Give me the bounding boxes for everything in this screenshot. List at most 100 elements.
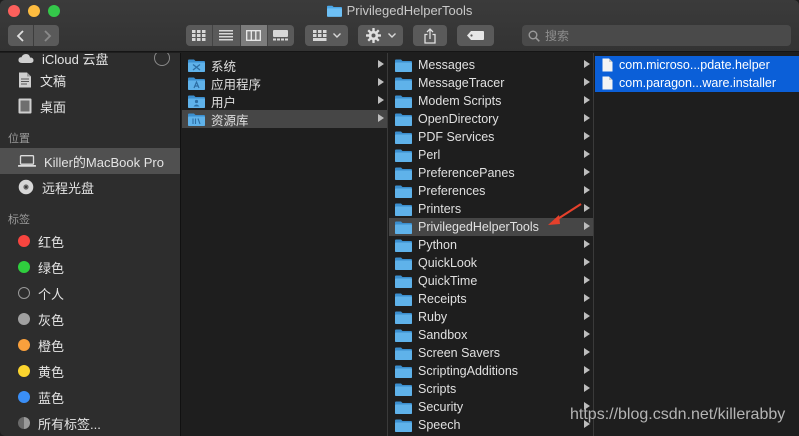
folder-icon [395, 257, 412, 270]
search-field[interactable] [522, 25, 791, 46]
sidebar-tag-gray[interactable]: 灰色 [0, 306, 180, 332]
folder-icon [395, 59, 412, 72]
disclosure-arrow-icon [584, 366, 590, 374]
sidebar-tag-red[interactable]: 红色 [0, 228, 180, 254]
folder-icon [395, 293, 412, 306]
sidebar-item-label: 绿色 [38, 260, 65, 276]
disclosure-arrow-icon [584, 60, 590, 68]
folder-label: MessageTracer [418, 76, 505, 90]
tag-icon [467, 31, 484, 40]
icon-view-icon [192, 30, 206, 41]
folder-row[interactable]: 应用程序 [182, 74, 387, 92]
folder-icon [326, 5, 342, 17]
sidebar-item-label: 个人 [38, 286, 65, 302]
view-mode-group [186, 25, 294, 46]
file-label: com.paragon...ware.installer [619, 76, 777, 90]
back-button[interactable] [8, 25, 34, 46]
folder-row[interactable]: QuickLook [389, 254, 593, 272]
folder-icon [395, 383, 412, 396]
sidebar-item-label: 桌面 [40, 99, 67, 115]
cloud-icon [18, 53, 34, 63]
folder-row[interactable]: PreferencePanes [389, 164, 593, 182]
gear-icon [365, 28, 381, 43]
tag-button[interactable] [457, 25, 494, 46]
folder-row[interactable]: Perl [389, 146, 593, 164]
folder-row[interactable]: QuickTime [389, 272, 593, 290]
list-view-button[interactable] [213, 25, 241, 46]
folder-row[interactable]: OpenDirectory [389, 110, 593, 128]
disclosure-arrow-icon [378, 96, 384, 104]
folder-row[interactable]: 系统 [182, 56, 387, 74]
folder-row[interactable]: Security [389, 398, 593, 416]
folder-row[interactable]: Screen Savers [389, 344, 593, 362]
gallery-view-icon [273, 30, 289, 41]
disclosure-arrow-icon [584, 186, 590, 194]
group-grid-icon [312, 30, 326, 41]
disclosure-arrow-icon [584, 168, 590, 176]
sidebar-item-remote-disc[interactable]: 远程光盘 [0, 174, 180, 200]
folder-label: Ruby [418, 310, 448, 324]
sidebar-tag-blue[interactable]: 蓝色 [0, 384, 180, 410]
folder-label: 用户 [211, 95, 237, 110]
folder-row[interactable]: Python [389, 236, 593, 254]
disclosure-arrow-icon [584, 312, 590, 320]
folder-row[interactable]: Scripts [389, 380, 593, 398]
file-row-selected[interactable]: com.paragon...ware.installer [595, 74, 799, 92]
folder-row[interactable]: ScriptingAdditions [389, 362, 593, 380]
icon-view-button[interactable] [186, 25, 214, 46]
folder-label: Python [418, 238, 457, 252]
folder-icon [395, 113, 412, 126]
column-root: 系统 应用程序 用户 资源库 [182, 53, 388, 436]
disc-icon [18, 179, 34, 195]
sidebar-tag-green[interactable]: 绿色 [0, 254, 180, 280]
column-view-icon [246, 30, 262, 41]
file-row-selected[interactable]: com.microso...pdate.helper [595, 56, 799, 74]
chevron-right-icon [43, 29, 51, 42]
sidebar-tag-orange[interactable]: 橙色 [0, 332, 180, 358]
folder-label: ScriptingAdditions [418, 364, 519, 378]
group-by-button[interactable] [305, 25, 348, 46]
folder-row[interactable]: PDF Services [389, 128, 593, 146]
sidebar-item-label: 灰色 [38, 312, 65, 328]
folder-row[interactable]: Receipts [389, 290, 593, 308]
folder-row[interactable]: Modem Scripts [389, 92, 593, 110]
sidebar-item-label: 文稿 [40, 73, 67, 89]
sidebar-item-label: iCloud 云盘 [42, 53, 109, 67]
sidebar-item-macbook[interactable]: Killer的MacBook Pro [0, 148, 180, 174]
folder-row[interactable]: Preferences [389, 182, 593, 200]
folder-label: PDF Services [418, 130, 495, 144]
sidebar-item-documents[interactable]: 文稿 [0, 67, 180, 93]
folder-row-selected[interactable]: 资源库 [182, 110, 387, 128]
folder-row[interactable]: 用户 [182, 92, 387, 110]
column-view-button[interactable] [240, 25, 268, 46]
folder-label: PrivilegedHelperTools [418, 220, 539, 234]
chevron-left-icon [16, 29, 24, 42]
disclosure-arrow-icon [584, 294, 590, 302]
folder-row[interactable]: MessageTracer [389, 74, 593, 92]
folder-label: Speech [418, 418, 461, 432]
sidebar-all-tags[interactable]: 所有标签... [0, 410, 180, 436]
sidebar-item-desktop[interactable]: 桌面 [0, 93, 180, 119]
disclosure-arrow-icon [584, 384, 590, 392]
system-folder-icon [188, 59, 205, 72]
disclosure-arrow-icon [584, 240, 590, 248]
folder-row[interactable]: Sandbox [389, 326, 593, 344]
folder-row[interactable]: Speech [389, 416, 593, 434]
folder-label: QuickLook [418, 256, 478, 270]
folder-icon [395, 311, 412, 324]
sidebar-tag-personal[interactable]: 个人 [0, 280, 180, 306]
share-button[interactable] [413, 25, 447, 46]
forward-button[interactable] [34, 25, 59, 46]
action-menu-button[interactable] [358, 25, 403, 46]
folder-row[interactable]: Messages [389, 56, 593, 74]
watermark-text: https://blog.csdn.net/killerabby [570, 406, 786, 423]
search-input[interactable] [545, 28, 775, 43]
gallery-view-button[interactable] [268, 25, 294, 46]
folder-label: OpenDirectory [418, 112, 499, 126]
folder-icon [395, 167, 412, 180]
folder-icon [395, 329, 412, 342]
folder-row[interactable]: Ruby [389, 308, 593, 326]
sidebar-tag-yellow[interactable]: 黄色 [0, 358, 180, 384]
folder-label: Printers [418, 202, 462, 216]
sidebar-item-label: 远程光盘 [42, 180, 95, 196]
